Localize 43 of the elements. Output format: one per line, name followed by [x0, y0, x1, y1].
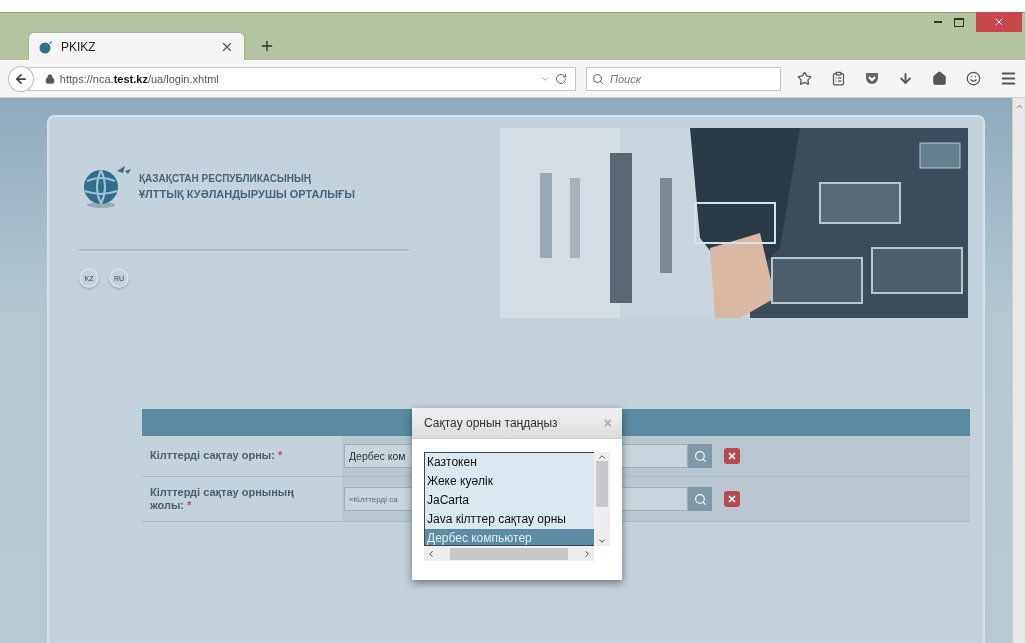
organization-name: ҚАЗАҚСТАН РЕСПУБЛИКАСЫНЫҢ: [139, 172, 313, 184]
globe-icon: [39, 39, 53, 54]
back-button[interactable]: [8, 65, 34, 92]
scroll-thumb[interactable]: [596, 461, 608, 507]
delete-icon: [727, 494, 737, 504]
lock-icon: [44, 73, 55, 84]
menu-icon[interactable]: [1000, 70, 1017, 87]
download-icon[interactable]: [898, 71, 913, 86]
search-field[interactable]: Поиск: [586, 66, 781, 91]
back-icon: [13, 71, 28, 86]
chat-icon[interactable]: [966, 71, 981, 86]
reading-list-icon[interactable]: [831, 71, 846, 86]
vertical-scrollbar[interactable]: [594, 452, 610, 546]
scroll-right-icon[interactable]: [582, 548, 592, 559]
dialog-title: Сақтау орнын таңдаңыз: [424, 416, 558, 430]
close-icon: [993, 16, 1005, 28]
search-icon: [592, 72, 604, 85]
delete-button[interactable]: [724, 448, 740, 464]
search-button[interactable]: [688, 487, 712, 511]
scroll-left-icon[interactable]: [426, 548, 436, 559]
field-label: Кілттерді сақтау орны: *: [150, 449, 283, 462]
field-label: Кілттерді сақтау орнының жолы: *: [150, 486, 295, 512]
home-icon[interactable]: [932, 71, 947, 86]
organization-name: ҰЛТТЫҚ КУӘЛАНДЫРУШЫ ОРТАЛЫҒЫ: [139, 187, 356, 200]
delete-icon: [727, 451, 737, 461]
scroll-thumb[interactable]: [450, 547, 568, 560]
url-text: https://nca.test.kz/ua/login.xhtml: [59, 72, 220, 85]
scroll-down-icon[interactable]: [597, 536, 607, 546]
star-icon[interactable]: [797, 71, 812, 86]
delete-button[interactable]: [724, 491, 740, 507]
tab-title: PKIKZ: [61, 39, 97, 54]
search-icon: [693, 449, 707, 463]
reload-icon[interactable]: [555, 72, 567, 85]
pocket-icon[interactable]: [865, 72, 879, 85]
maximize-icon[interactable]: [954, 17, 964, 27]
search-button[interactable]: [688, 444, 712, 468]
minimize-icon[interactable]: [934, 20, 942, 24]
new-tab-icon[interactable]: [259, 38, 275, 54]
search-icon: [693, 492, 707, 506]
address-bar[interactable]: https://nca.test.kz/ua/login.xhtml: [27, 66, 576, 91]
storage-list[interactable]: Казтокен Жеке куәлік JaCarta Java кілттер сақтау орны Дербес компьютер: [424, 452, 594, 546]
horizontal-scrollbar[interactable]: [424, 546, 594, 561]
browser-tab[interactable]: PKIKZ: [28, 32, 245, 60]
